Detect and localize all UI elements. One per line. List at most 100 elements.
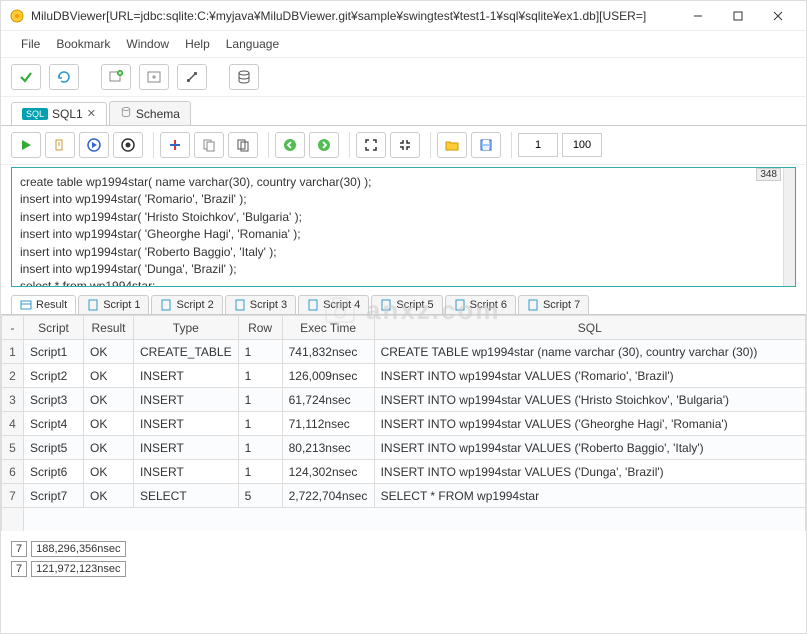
new-tab-button[interactable] xyxy=(101,64,131,90)
menu-help[interactable]: Help xyxy=(185,37,210,51)
result-tab-result[interactable]: Result xyxy=(11,295,76,314)
result-tab-script3[interactable]: Script 3 xyxy=(225,295,296,314)
table-row[interactable]: 6Script6OKINSERT1124,302nsecINSERT INTO … xyxy=(2,460,806,484)
col-corner[interactable]: - xyxy=(2,316,24,340)
menu-language[interactable]: Language xyxy=(226,37,279,51)
cell-sql[interactable]: INSERT INTO wp1994star VALUES ('Dunga', … xyxy=(374,460,805,484)
close-button[interactable] xyxy=(758,2,798,30)
cell-sql[interactable]: INSERT INTO wp1994star VALUES ('Gheorghe… xyxy=(374,412,805,436)
cell-exec[interactable]: 126,009nsec xyxy=(282,364,374,388)
cell-script[interactable]: Script4 xyxy=(24,412,84,436)
cell-result[interactable]: OK xyxy=(84,364,134,388)
rollback-button[interactable] xyxy=(49,64,79,90)
cell-result[interactable]: OK xyxy=(84,340,134,364)
cell-script[interactable]: Script3 xyxy=(24,388,84,412)
cell-type[interactable]: INSERT xyxy=(134,460,239,484)
cell-script[interactable]: Script2 xyxy=(24,364,84,388)
menu-bookmark[interactable]: Bookmark xyxy=(56,37,110,51)
maximize-button[interactable] xyxy=(718,2,758,30)
col-sql[interactable]: SQL xyxy=(374,316,805,340)
menu-file[interactable]: File xyxy=(21,37,40,51)
new-window-button[interactable] xyxy=(139,64,169,90)
cell-type[interactable]: INSERT xyxy=(134,412,239,436)
cell-type[interactable]: INSERT xyxy=(134,364,239,388)
cell-row[interactable]: 1 xyxy=(238,364,282,388)
cell-exec[interactable]: 80,213nsec xyxy=(282,436,374,460)
run-step-button[interactable] xyxy=(79,132,109,158)
add-button[interactable] xyxy=(160,132,190,158)
tab-sql1-label: SQL1 xyxy=(52,107,83,121)
cell-type[interactable]: INSERT xyxy=(134,436,239,460)
cell-exec[interactable]: 741,832nsec xyxy=(282,340,374,364)
cell-script[interactable]: Script5 xyxy=(24,436,84,460)
tab-schema[interactable]: Schema xyxy=(109,101,191,125)
cell-sql[interactable]: SELECT * FROM wp1994star xyxy=(374,484,805,508)
result-tab-script2[interactable]: Script 2 xyxy=(151,295,222,314)
cell-row[interactable]: 1 xyxy=(238,436,282,460)
cell-result[interactable]: OK xyxy=(84,412,134,436)
cell-row[interactable]: 1 xyxy=(238,460,282,484)
cell-type[interactable]: INSERT xyxy=(134,388,239,412)
col-row[interactable]: Row xyxy=(238,316,282,340)
result-tab-script6[interactable]: Script 6 xyxy=(445,295,516,314)
menu-window[interactable]: Window xyxy=(126,37,169,51)
cell-sql[interactable]: CREATE TABLE wp1994star (name varchar (3… xyxy=(374,340,805,364)
col-script[interactable]: Script xyxy=(24,316,84,340)
result-tab-script5[interactable]: Script 5 xyxy=(371,295,442,314)
collapse-button[interactable] xyxy=(390,132,420,158)
result-tab-script4[interactable]: Script 4 xyxy=(298,295,369,314)
close-icon[interactable]: ✕ xyxy=(87,107,96,120)
duplicate-button[interactable] xyxy=(228,132,258,158)
minimize-button[interactable] xyxy=(678,2,718,30)
cell-script[interactable]: Script1 xyxy=(24,340,84,364)
col-type[interactable]: Type xyxy=(134,316,239,340)
table-row[interactable]: 3Script3OKINSERT161,724nsecINSERT INTO w… xyxy=(2,388,806,412)
page-to-input[interactable] xyxy=(562,133,602,157)
table-row[interactable]: 5Script5OKINSERT180,213nsecINSERT INTO w… xyxy=(2,436,806,460)
save-button[interactable] xyxy=(471,132,501,158)
sql-editor[interactable]: create table wp1994star( name varchar(30… xyxy=(12,168,795,286)
cell-type[interactable]: SELECT xyxy=(134,484,239,508)
result-tab-script7[interactable]: Script 7 xyxy=(518,295,589,314)
open-button[interactable] xyxy=(437,132,467,158)
cell-exec[interactable]: 71,112nsec xyxy=(282,412,374,436)
cell-script[interactable]: Script7 xyxy=(24,484,84,508)
cell-row[interactable]: 1 xyxy=(238,388,282,412)
commit-button[interactable] xyxy=(11,64,41,90)
page-from-input[interactable] xyxy=(518,133,558,157)
explain-button[interactable] xyxy=(45,132,75,158)
table-row[interactable]: 4Script4OKINSERT171,112nsecINSERT INTO w… xyxy=(2,412,806,436)
cell-exec[interactable]: 124,302nsec xyxy=(282,460,374,484)
cell-sql[interactable]: INSERT INTO wp1994star VALUES ('Hristo S… xyxy=(374,388,805,412)
cell-type[interactable]: CREATE_TABLE xyxy=(134,340,239,364)
cell-exec[interactable]: 2,722,704nsec xyxy=(282,484,374,508)
cell-result[interactable]: OK xyxy=(84,460,134,484)
prev-button[interactable] xyxy=(275,132,305,158)
cell-script[interactable]: Script6 xyxy=(24,460,84,484)
table-row[interactable]: 7Script7OKSELECT52,722,704nsecSELECT * F… xyxy=(2,484,806,508)
copy-button[interactable] xyxy=(194,132,224,158)
cell-sql[interactable]: INSERT INTO wp1994star VALUES ('Roberto … xyxy=(374,436,805,460)
run-all-button[interactable] xyxy=(113,132,143,158)
cell-row[interactable]: 1 xyxy=(238,412,282,436)
table-row[interactable]: 1Script1OKCREATE_TABLE1741,832nsecCREATE… xyxy=(2,340,806,364)
cell-result[interactable]: OK xyxy=(84,484,134,508)
tab-sql1[interactable]: SQL SQL1 ✕ xyxy=(11,102,107,125)
result-tab-script1[interactable]: Script 1 xyxy=(78,295,149,314)
next-button[interactable] xyxy=(309,132,339,158)
scrollbar[interactable] xyxy=(783,168,795,286)
cell-sql[interactable]: INSERT INTO wp1994star VALUES ('Romario'… xyxy=(374,364,805,388)
col-exec[interactable]: Exec Time xyxy=(282,316,374,340)
cell-row[interactable]: 1 xyxy=(238,340,282,364)
cell-exec[interactable]: 61,724nsec xyxy=(282,388,374,412)
result-grid[interactable]: - Script Result Type Row Exec Time SQL 1… xyxy=(1,315,806,531)
col-result[interactable]: Result xyxy=(84,316,134,340)
cell-row[interactable]: 5 xyxy=(238,484,282,508)
connect-button[interactable] xyxy=(177,64,207,90)
cell-result[interactable]: OK xyxy=(84,388,134,412)
database-button[interactable] xyxy=(229,64,259,90)
cell-result[interactable]: OK xyxy=(84,436,134,460)
table-row[interactable]: 2Script2OKINSERT1126,009nsecINSERT INTO … xyxy=(2,364,806,388)
expand-button[interactable] xyxy=(356,132,386,158)
run-button[interactable] xyxy=(11,132,41,158)
